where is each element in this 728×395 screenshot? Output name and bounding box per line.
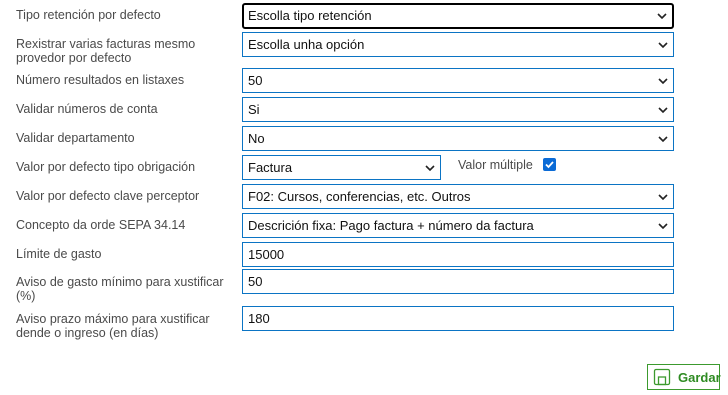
- select-value: No: [248, 131, 265, 146]
- chevron-down-icon: [658, 76, 668, 86]
- label-results-per-list: Número resultados en listaxes: [16, 73, 185, 87]
- checkmark-icon: [545, 161, 554, 169]
- select-value: 50: [248, 73, 263, 88]
- label-max-deadline-warning: Aviso prazo máximo para xustificar dende…: [16, 312, 210, 340]
- select-value: Si: [248, 102, 260, 117]
- select-retention-type[interactable]: Escolla tipo retención: [242, 3, 674, 29]
- multiple-value-label: Valor múltiple: [458, 158, 533, 172]
- select-validate-department[interactable]: No: [242, 126, 674, 151]
- label-perceptor-key: Valor por defecto clave perceptor: [16, 189, 200, 203]
- select-value: Descrición fixa: Pago factura + número d…: [248, 218, 534, 233]
- input-value: 180: [248, 311, 270, 326]
- select-sepa-concept[interactable]: Descrición fixa: Pago factura + número d…: [242, 213, 674, 238]
- label-spending-limit: Límite de gasto: [16, 247, 102, 261]
- save-button[interactable]: Gardar: [647, 364, 721, 390]
- label-sepa-concept: Concepto da orde SEPA 34.14: [16, 218, 186, 232]
- save-button-label: Gardar: [678, 369, 721, 385]
- input-value: 50: [248, 274, 263, 289]
- chevron-down-icon: [658, 105, 668, 115]
- select-value: F02: Cursos, conferencias, etc. Outros: [248, 189, 471, 204]
- select-multiple-invoices[interactable]: Escolla unha opción: [242, 32, 674, 57]
- label-validate-accounts: Validar números de conta: [16, 102, 158, 116]
- label-retention-type: Tipo retención por defecto: [16, 8, 161, 22]
- label-multiple-invoices: Rexistrar varias facturas mesmo provedor…: [16, 37, 196, 65]
- select-value: Escolla tipo retención: [248, 8, 372, 23]
- input-max-deadline-warning[interactable]: 180: [242, 306, 674, 331]
- save-icon: [652, 367, 672, 387]
- chevron-down-icon: [658, 134, 668, 144]
- input-min-spend-warning[interactable]: 50: [242, 269, 674, 294]
- chevron-down-icon: [658, 40, 668, 50]
- select-perceptor-key[interactable]: F02: Cursos, conferencias, etc. Outros: [242, 184, 674, 209]
- chevron-down-icon: [425, 163, 435, 173]
- input-value: 15000: [248, 247, 285, 262]
- select-value: Factura: [248, 160, 293, 175]
- multiple-value-checkbox[interactable]: [543, 158, 556, 171]
- select-value: Escolla unha opción: [248, 37, 365, 52]
- select-obligation-type[interactable]: Factura: [242, 155, 441, 180]
- label-obligation-type: Valor por defecto tipo obrigación: [16, 160, 196, 174]
- label-validate-department: Validar departamento: [16, 131, 135, 145]
- select-results-per-list[interactable]: 50: [242, 68, 674, 93]
- input-spending-limit[interactable]: 15000: [242, 242, 674, 267]
- select-validate-accounts[interactable]: Si: [242, 97, 674, 122]
- chevron-down-icon: [657, 11, 667, 21]
- chevron-down-icon: [658, 192, 668, 202]
- label-min-spend-warning: Aviso de gasto mínimo para xustificar (%…: [16, 275, 224, 303]
- chevron-down-icon: [658, 221, 668, 231]
